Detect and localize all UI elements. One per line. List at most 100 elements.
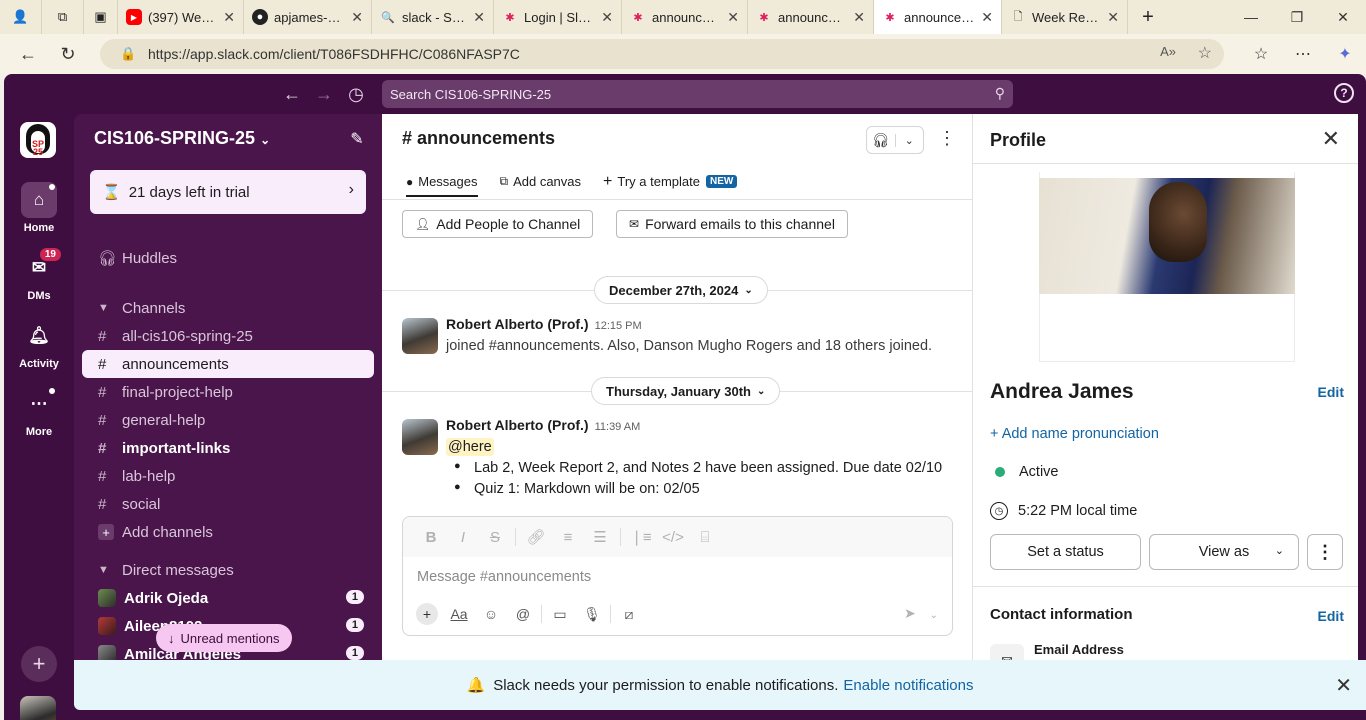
compose-icon[interactable]: ✎ <box>346 128 368 150</box>
profile-icon[interactable]: 👤 <box>0 0 42 34</box>
link-icon[interactable]: 🔗︎ <box>520 528 552 546</box>
more-vertical-icon[interactable]: ⋮ <box>1307 534 1343 570</box>
history-clock-icon[interactable]: ◷ <box>344 82 368 106</box>
bold-icon[interactable]: B <box>415 529 447 546</box>
message-timestamp[interactable]: 11:39 AM <box>595 421 641 433</box>
channel-title[interactable]: # announcements <box>402 128 555 149</box>
bulleted-list-icon[interactable]: ☰ <box>584 528 616 546</box>
strikethrough-icon[interactable]: S <box>479 529 511 546</box>
browser-tab[interactable]: ✱ announceme ✕ <box>622 0 748 34</box>
emoji-icon[interactable]: ☺ <box>475 606 507 622</box>
close-tab-icon[interactable]: ✕ <box>223 9 235 26</box>
rail-home[interactable]: ⌂ Home <box>4 182 74 234</box>
help-icon[interactable]: ? <box>1334 83 1354 103</box>
date-divider-pill[interactable]: December 27th, 2024 ⌄ <box>594 276 768 304</box>
back-icon[interactable]: ← <box>8 34 48 74</box>
sidebar-item-channel[interactable]: # general-help <box>82 406 374 434</box>
search-input[interactable]: Search CIS106-SPRING-25 ⚲ <box>382 80 1013 108</box>
sidebar-item-huddles[interactable]: 🎧︎ Huddles <box>82 244 374 272</box>
message-timestamp[interactable]: 12:15 PM <box>595 320 642 332</box>
close-tab-icon[interactable]: ✕ <box>351 9 363 26</box>
browser-tab[interactable]: ● apjames-gt2 ✕ <box>244 0 372 34</box>
edit-profile-link[interactable]: Edit <box>1318 384 1344 400</box>
browser-tab[interactable]: ▶(397) Week R✕ <box>118 0 244 34</box>
trial-banner[interactable]: ⌛ 21 days left in trial › <box>90 170 366 214</box>
history-back-icon[interactable]: ← <box>280 82 304 106</box>
channels-section-header[interactable]: ▼ Channels <box>82 294 374 322</box>
profile-photo[interactable] <box>1039 178 1295 294</box>
browser-tab[interactable]: ✱ Login | Slack ✕ <box>494 0 622 34</box>
close-tab-icon[interactable]: ✕ <box>727 9 739 26</box>
microphone-icon[interactable]: 🎙︎ <box>576 606 608 623</box>
workspace-name[interactable]: CIS106-SPRING-25 ⌄ <box>94 128 270 149</box>
browser-tab[interactable]: 🔍slack - Searc✕ <box>372 0 494 34</box>
close-icon[interactable]: ✕ <box>1322 126 1340 152</box>
chevron-down-icon[interactable]: ⌄ <box>930 610 938 621</box>
add-workspace-button[interactable]: + <box>21 646 57 682</box>
sidebar-item-dm[interactable]: Adrik Ojeda 1 <box>82 584 374 612</box>
browser-tab[interactable]: 🗋 Week Repor ✕ <box>1002 0 1128 34</box>
more-options-icon[interactable]: ⋯ <box>1282 34 1324 74</box>
text-format-icon[interactable]: Aa <box>443 606 475 622</box>
new-tab-button[interactable]: + <box>1128 0 1168 34</box>
message-input[interactable]: Message #announcements <box>417 569 591 585</box>
close-tab-icon[interactable]: ✕ <box>473 9 485 26</box>
add-pronunciation-link[interactable]: + Add name pronunciation <box>990 426 1159 442</box>
rail-more[interactable]: ⋯ More <box>4 386 74 438</box>
slash-command-icon[interactable]: ⧄ <box>613 606 645 623</box>
browser-tab[interactable]: ✱ announceme ✕ <box>748 0 874 34</box>
history-forward-icon[interactable]: → <box>312 82 336 106</box>
message-author[interactable]: Robert Alberto (Prof.) <box>446 417 589 433</box>
avatar[interactable] <box>402 318 438 354</box>
close-window-icon[interactable]: ✕ <box>1320 0 1366 34</box>
collections-icon[interactable]: ⧉ <box>42 0 84 34</box>
mention-icon[interactable]: @ <box>507 606 539 622</box>
video-icon[interactable]: ▭ <box>544 606 576 623</box>
tab-try-template[interactable]: + Try a template NEW <box>603 173 738 191</box>
tab-messages[interactable]: ● Messages <box>406 166 478 197</box>
enable-notifications-link[interactable]: Enable notifications <box>843 677 973 694</box>
sidebar-item-channel[interactable]: # social <box>82 490 374 518</box>
italic-icon[interactable]: I <box>447 529 479 546</box>
attach-plus-icon[interactable]: + <box>416 603 438 625</box>
date-divider-pill[interactable]: Thursday, January 30th ⌄ <box>591 377 781 405</box>
refresh-icon[interactable]: ↻ <box>48 34 88 74</box>
ordered-list-icon[interactable]: ≡ <box>552 529 584 546</box>
browser-tab-active[interactable]: ✱ announceme ✕ <box>874 0 1002 34</box>
sidebar-item-channel[interactable]: # final-project-help <box>82 378 374 406</box>
add-people-button[interactable]: 👤︎ Add People to Channel <box>402 210 594 238</box>
user-avatar[interactable] <box>20 696 56 720</box>
huddle-button[interactable]: 🎧︎ ⌄ <box>866 126 924 154</box>
view-as-button[interactable]: View as ⌄ <box>1149 534 1299 570</box>
url-field[interactable]: 🔒 https://app.slack.com/client/T086FSDHF… <box>100 39 1224 69</box>
close-tab-icon[interactable]: ✕ <box>981 9 993 26</box>
avatar[interactable] <box>402 419 438 455</box>
more-vertical-icon[interactable]: ⋮ <box>938 128 956 149</box>
sidebar-item-channel[interactable]: # all-cis106-spring-25 <box>82 322 374 350</box>
rail-activity[interactable]: 🔔︎ Activity <box>4 318 74 370</box>
close-tab-icon[interactable]: ✕ <box>601 9 613 26</box>
forward-emails-button[interactable]: ✉ Forward emails to this channel <box>616 210 848 238</box>
close-icon[interactable]: ✕ <box>1335 673 1352 698</box>
copilot-icon[interactable]: ✦ <box>1324 34 1366 74</box>
sidebar-item-channel-selected[interactable]: # announcements <box>82 350 374 378</box>
send-icon[interactable]: ➤ ⌄ <box>904 605 938 622</box>
set-status-button[interactable]: Set a status <box>990 534 1141 570</box>
workspace-logo[interactable]: SP 25 <box>20 122 56 158</box>
tab-add-canvas[interactable]: ⧉ Add canvas <box>500 174 582 189</box>
favorite-star-icon[interactable]: ☆ <box>1198 43 1212 63</box>
unread-mentions-button[interactable]: ↓ Unread mentions <box>156 624 292 652</box>
minimize-icon[interactable]: — <box>1228 0 1274 34</box>
close-tab-icon[interactable]: ✕ <box>853 9 865 26</box>
read-aloud-icon[interactable]: A» <box>1160 44 1176 59</box>
blockquote-icon[interactable]: ❘≡ <box>625 528 657 546</box>
message-author[interactable]: Robert Alberto (Prof.) <box>446 316 589 332</box>
maximize-icon[interactable]: ❐ <box>1274 0 1320 34</box>
code-block-icon[interactable]: ⌸ <box>689 529 721 546</box>
tab-actions-icon[interactable]: ▣ <box>84 0 118 34</box>
sidebar-item-channel-unread[interactable]: # important-links <box>82 434 374 462</box>
sidebar-item-channel[interactable]: # lab-help <box>82 462 374 490</box>
here-mention[interactable]: @here <box>446 438 494 456</box>
add-channels-button[interactable]: + Add channels <box>82 518 374 546</box>
code-icon[interactable]: </> <box>657 529 689 546</box>
